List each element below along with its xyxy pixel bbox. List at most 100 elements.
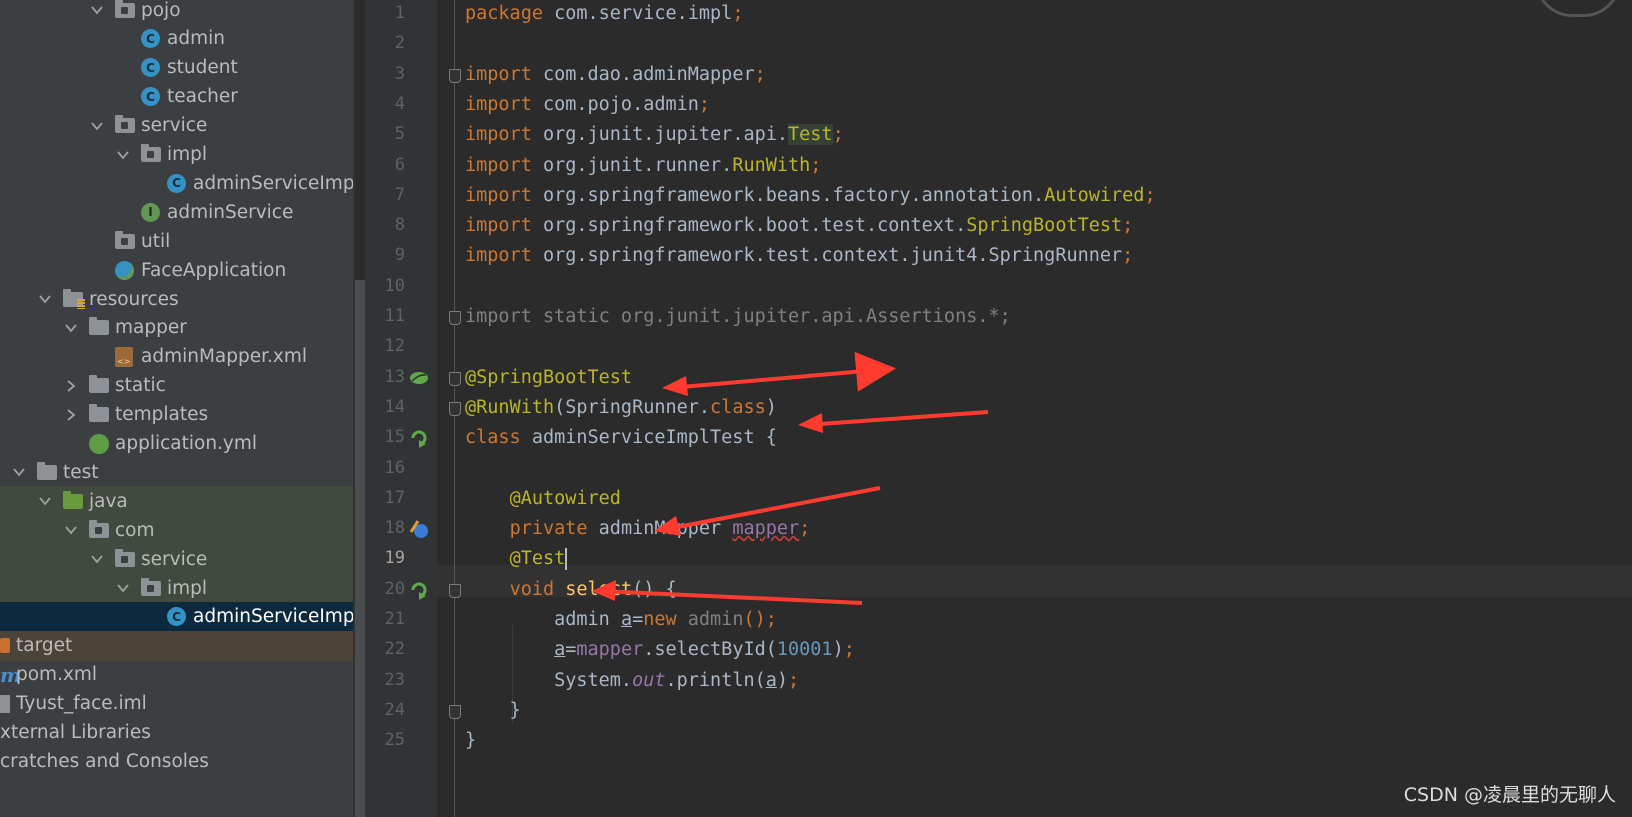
tree-item-application-yml[interactable]: application.yml	[0, 429, 355, 459]
line-number[interactable]: 8	[365, 215, 405, 235]
code-token: SpringBootTest	[966, 215, 1123, 237]
fold-marker-icon[interactable]	[449, 68, 461, 83]
line-number[interactable]: 18	[365, 518, 405, 538]
tree-item-impl[interactable]: impl	[0, 573, 355, 603]
autowired-icon[interactable]	[408, 518, 430, 540]
spring-bean-icon[interactable]	[408, 367, 430, 389]
run-icon[interactable]	[408, 427, 430, 449]
tree-item-adminmapper-xml[interactable]: adminMapper.xml	[0, 342, 355, 372]
code-token: @Autowired	[509, 487, 621, 509]
line-number[interactable]: 16	[365, 458, 405, 478]
line-number[interactable]: 10	[365, 276, 405, 296]
chevron-down-icon[interactable]	[90, 552, 104, 566]
chevron-down-icon[interactable]	[38, 292, 52, 306]
fold-marker-icon[interactable]	[449, 583, 461, 598]
code-line[interactable]: System.out.println(a);	[465, 668, 799, 694]
tree-item-service[interactable]: service	[0, 544, 355, 575]
code-line[interactable]: a=mapper.selectById(10001);	[465, 637, 855, 663]
tree-item-service[interactable]: service	[0, 111, 355, 141]
code-line[interactable]: import com.dao.adminMapper;	[465, 62, 766, 88]
tree-item-tyust-face-iml[interactable]: Tyust_face.iml	[0, 689, 355, 719]
code-line[interactable]: import com.pojo.admin;	[465, 92, 710, 118]
line-number[interactable]: 3	[365, 64, 405, 84]
tree-item-templates[interactable]: templates	[0, 400, 355, 430]
code-line[interactable]: package com.service.impl;	[465, 1, 743, 27]
line-number[interactable]: 4	[365, 94, 405, 114]
tree-item-mapper[interactable]: mapper	[0, 313, 355, 343]
code-line[interactable]: import org.springframework.test.context.…	[465, 243, 1133, 269]
line-number[interactable]: 13	[365, 367, 405, 387]
code-line[interactable]: }	[465, 698, 521, 724]
chevron-down-icon[interactable]	[90, 3, 104, 17]
tree-item-xternal-libraries[interactable]: xternal Libraries	[0, 718, 355, 748]
line-number[interactable]: 19	[365, 548, 405, 568]
line-number[interactable]: 17	[365, 488, 405, 508]
chevron-down-icon[interactable]	[64, 321, 78, 335]
fold-marker-icon[interactable]	[449, 311, 461, 325]
tree-item-faceapplication[interactable]: FaceApplication	[0, 255, 355, 285]
code-line[interactable]: }	[465, 728, 476, 754]
project-scrollbar[interactable]	[355, 280, 365, 817]
tree-item-target[interactable]: target	[0, 630, 355, 661]
tree-item-pojo[interactable]: pojo	[0, 0, 355, 25]
fold-marker-icon[interactable]	[449, 704, 461, 719]
line-number[interactable]: 6	[365, 155, 405, 175]
code-line[interactable]: import static org.junit.jupiter.api.Asse…	[465, 304, 1011, 330]
code-line[interactable]: @Autowired	[465, 486, 621, 512]
tree-item-util[interactable]: util	[0, 226, 355, 256]
chevron-down-icon[interactable]	[116, 581, 130, 595]
tree-item-impl[interactable]: impl	[0, 140, 355, 170]
line-number[interactable]: 12	[365, 336, 405, 356]
tree-item-resources[interactable]: resources	[0, 284, 355, 314]
chevron-down-icon[interactable]	[12, 465, 26, 479]
code-line[interactable]: @RunWith(SpringRunner.class)	[465, 395, 777, 421]
code-line[interactable]: @Test	[465, 546, 568, 572]
tree-item-cratches-and-consoles[interactable]: cratches and Consoles	[0, 746, 355, 776]
tree-item-adminservice[interactable]: IadminService	[0, 197, 355, 227]
tree-item-com[interactable]: com	[0, 515, 355, 546]
tree-item-teacher[interactable]: Cteacher	[0, 82, 355, 112]
chevron-right-icon[interactable]	[64, 408, 78, 422]
code-token: )	[776, 669, 789, 691]
tree-item-student[interactable]: Cstudent	[0, 53, 355, 83]
code-line[interactable]: void select() {	[465, 577, 677, 603]
line-number[interactable]: 2	[365, 33, 405, 53]
line-number[interactable]: 11	[365, 306, 405, 326]
chevron-down-icon[interactable]	[64, 523, 78, 537]
code-line[interactable]: admin a=new admin();	[465, 607, 777, 633]
line-number[interactable]: 7	[365, 185, 405, 205]
tree-item-test[interactable]: test	[0, 457, 355, 487]
code-line[interactable]: @SpringBootTest	[465, 365, 632, 391]
code-line[interactable]: class adminServiceImplTest {	[465, 425, 777, 451]
line-number[interactable]: 9	[365, 245, 405, 265]
tree-item-static[interactable]: static	[0, 371, 355, 401]
code-line[interactable]: import org.junit.jupiter.api.Test;	[465, 122, 844, 148]
fold-marker-icon[interactable]	[449, 401, 461, 416]
line-number[interactable]: 5	[365, 124, 405, 144]
line-number[interactable]: 14	[365, 397, 405, 417]
chevron-right-icon[interactable]	[64, 379, 78, 393]
line-number[interactable]: 25	[365, 730, 405, 750]
code-line[interactable]: import org.springframework.beans.factory…	[465, 183, 1156, 209]
tree-item-adminserviceimpl[interactable]: CadminServiceImpl	[0, 168, 355, 198]
line-number[interactable]: 20	[365, 579, 405, 599]
chevron-down-icon[interactable]	[38, 494, 52, 508]
fold-marker-icon[interactable]	[449, 371, 461, 386]
tree-item-adminserviceimpltest[interactable]: CadminServiceImplTest	[0, 601, 355, 632]
tree-item-admin[interactable]: Cadmin	[0, 24, 355, 54]
tree-item-java[interactable]: java	[0, 486, 355, 517]
line-number[interactable]: 22	[365, 639, 405, 659]
line-number[interactable]: 21	[365, 609, 405, 629]
line-number[interactable]: 23	[365, 670, 405, 690]
line-number[interactable]: 1	[365, 3, 405, 23]
line-number[interactable]: 15	[365, 427, 405, 447]
tree-item-pom-xml[interactable]: m pom.xml	[0, 660, 355, 690]
run-icon[interactable]	[408, 579, 430, 601]
code-line[interactable]: private adminMapper mapper;	[465, 516, 811, 542]
code-line[interactable]: import org.junit.runner.RunWith;	[465, 153, 821, 179]
line-number[interactable]: 24	[365, 700, 405, 720]
chevron-down-icon[interactable]	[90, 119, 104, 133]
code-token: @SpringBootTest	[465, 366, 633, 388]
code-line[interactable]: import org.springframework.boot.test.con…	[465, 213, 1133, 239]
chevron-down-icon[interactable]	[116, 148, 130, 162]
